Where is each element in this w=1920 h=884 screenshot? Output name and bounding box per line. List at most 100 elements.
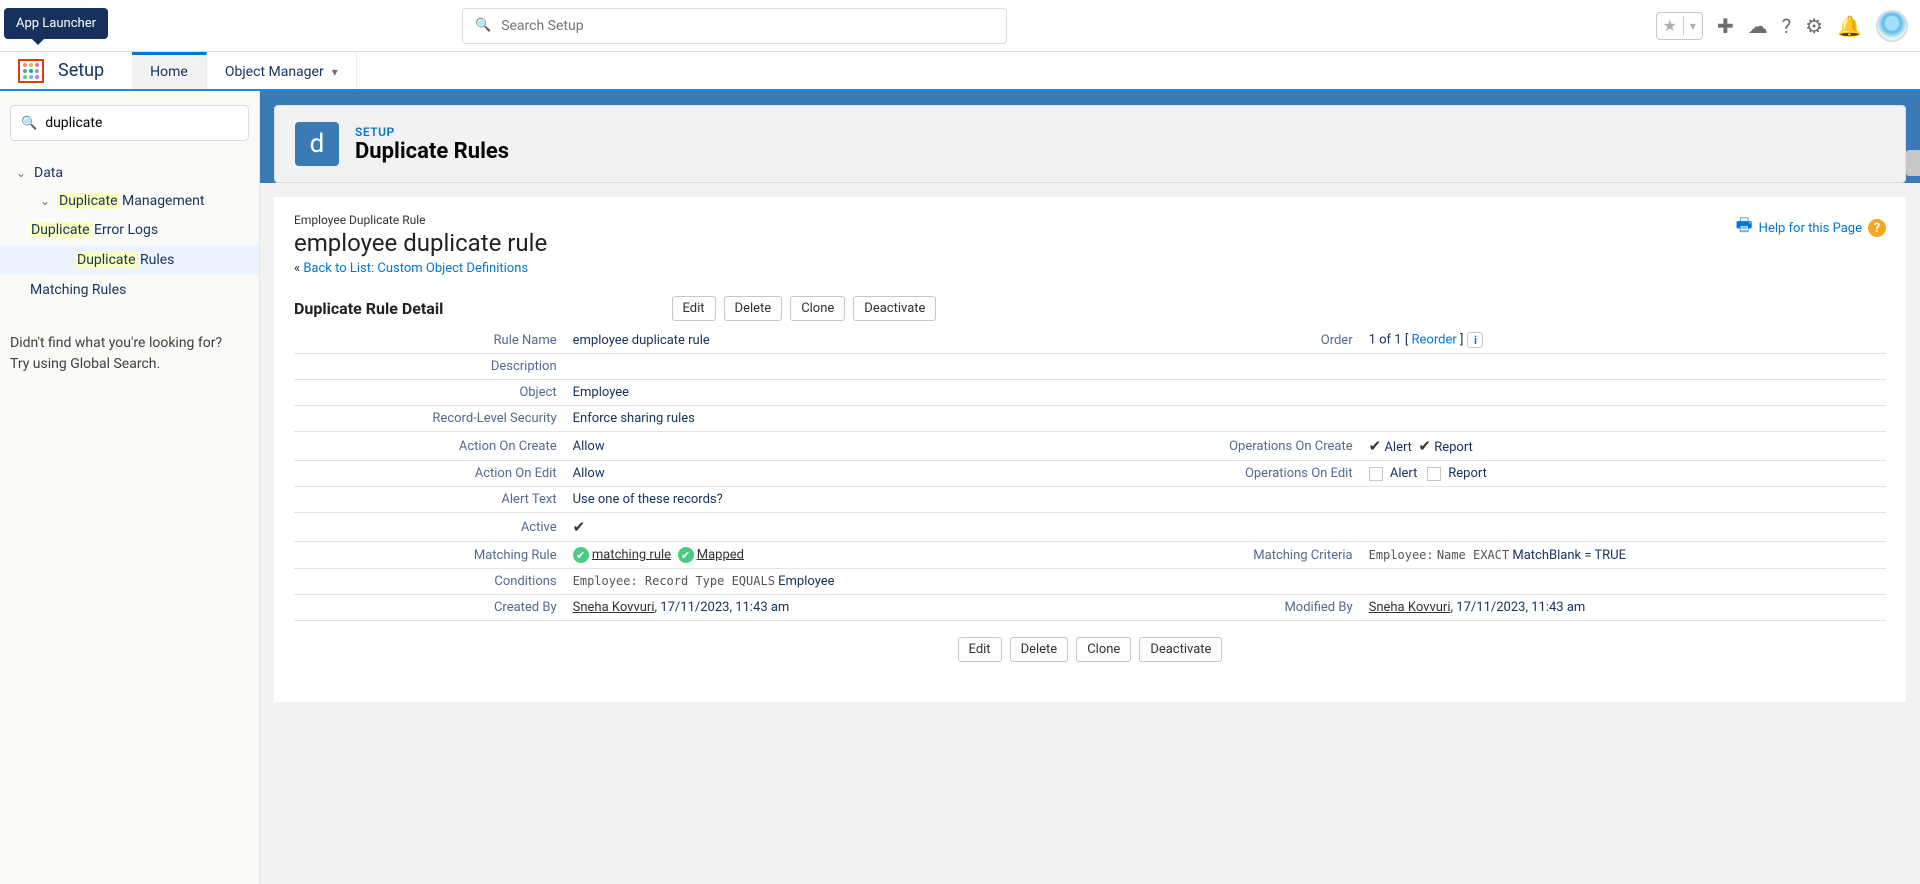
detail-table: Rule Name employee duplicate rule Order … bbox=[294, 327, 1886, 621]
quick-find-input[interactable] bbox=[45, 115, 238, 131]
field-value bbox=[565, 354, 1886, 380]
field-label: Order bbox=[1090, 327, 1361, 354]
record-type-label: Employee Duplicate Rule bbox=[294, 213, 547, 227]
field-value: Alert Report bbox=[1361, 461, 1886, 487]
clone-button[interactable]: Clone bbox=[790, 296, 845, 321]
field-value: Employee: Name EXACT MatchBlank = TRUE bbox=[1361, 542, 1886, 569]
field-value: Employee bbox=[565, 380, 1886, 406]
settings-icon[interactable]: ⚙ bbox=[1805, 14, 1823, 38]
tree-leaf-duplicate-error-logs[interactable]: Duplicate Error Logs bbox=[10, 215, 249, 245]
reorder-link[interactable]: Reorder bbox=[1412, 333, 1457, 348]
page-eyebrow: SETUP bbox=[355, 125, 509, 139]
field-value: Sneha Kovvuri, 17/11/2023, 11:43 am bbox=[565, 595, 1090, 621]
user-link[interactable]: Sneha Kovvuri bbox=[573, 600, 655, 615]
field-value: Employee: Record Type EQUALS Employee bbox=[565, 569, 1886, 595]
tab-home[interactable]: Home bbox=[132, 52, 207, 89]
status-ok-icon: ✔ bbox=[678, 547, 694, 563]
search-icon: 🔍 bbox=[475, 18, 491, 33]
field-label: Created By bbox=[294, 595, 565, 621]
global-search[interactable]: 🔍 bbox=[462, 8, 1007, 44]
delete-button[interactable]: Delete bbox=[1010, 637, 1069, 662]
favorites-toggle[interactable]: ★ ▾ bbox=[1656, 12, 1703, 40]
action-buttons-bottom: Edit Delete Clone Deactivate bbox=[294, 637, 1886, 662]
header-actions: ★ ▾ ✚ ☁ ? ⚙ 🔔 bbox=[1656, 10, 1908, 42]
tree-node-duplicate-management[interactable]: ⌄Duplicate Management bbox=[10, 187, 249, 215]
field-value: Allow bbox=[565, 461, 1090, 487]
field-label: Modified By bbox=[1090, 595, 1361, 621]
field-label: Object bbox=[294, 380, 565, 406]
field-label: Action On Create bbox=[294, 432, 565, 461]
tree-leaf-duplicate-rules[interactable]: Duplicate Rules bbox=[0, 245, 259, 275]
record-title: employee duplicate rule bbox=[294, 229, 547, 257]
app-name: Setup bbox=[58, 60, 104, 81]
field-value: ✔ matching rule ✔ Mapped bbox=[565, 542, 1090, 569]
help-icon[interactable]: ? bbox=[1782, 14, 1791, 38]
field-label: Rule Name bbox=[294, 327, 565, 354]
chevron-down-icon bbox=[332, 64, 338, 80]
add-icon[interactable]: ✚ bbox=[1717, 14, 1734, 38]
print-icon[interactable]: 🖶 bbox=[1736, 213, 1753, 243]
notifications-icon[interactable]: 🔔 bbox=[1837, 14, 1862, 38]
expand-handle-icon[interactable] bbox=[1906, 150, 1920, 176]
deactivate-button[interactable]: Deactivate bbox=[853, 296, 936, 321]
field-label: Matching Criteria bbox=[1090, 542, 1361, 569]
salesforce-help-icon[interactable]: ☁ bbox=[1748, 14, 1768, 38]
avatar[interactable] bbox=[1876, 10, 1908, 42]
global-search-input[interactable] bbox=[501, 18, 994, 34]
status-ok-icon: ✔ bbox=[573, 547, 589, 563]
tree-leaf-matching-rules[interactable]: Matching Rules bbox=[10, 275, 249, 305]
field-value: Allow bbox=[565, 432, 1090, 461]
deactivate-button[interactable]: Deactivate bbox=[1139, 637, 1222, 662]
clone-button[interactable]: Clone bbox=[1076, 637, 1131, 662]
field-value: Sneha Kovvuri, 17/11/2023, 11:43 am bbox=[1361, 595, 1886, 621]
no-results-hint: Didn't find what you're looking for? Try… bbox=[10, 333, 249, 375]
field-label: Alert Text bbox=[294, 487, 565, 513]
waffle-icon bbox=[23, 63, 39, 79]
field-value: ✔ Alert ✔ Report bbox=[1361, 432, 1886, 461]
main-content: d SETUP Duplicate Rules Employee Duplica… bbox=[260, 91, 1920, 884]
check-icon: ✔ bbox=[1369, 437, 1382, 455]
field-label: Record-Level Security bbox=[294, 406, 565, 432]
page-icon: d bbox=[295, 122, 339, 166]
field-value: employee duplicate rule bbox=[565, 327, 1090, 354]
back-link[interactable]: « Back to List: Custom Object Definition… bbox=[294, 261, 547, 276]
edit-button[interactable]: Edit bbox=[958, 637, 1002, 662]
chevron-down-icon: ⌄ bbox=[38, 194, 52, 208]
field-label: Description bbox=[294, 354, 565, 380]
field-value: Enforce sharing rules bbox=[565, 406, 1886, 432]
chevron-down-icon: ⌄ bbox=[14, 166, 28, 180]
field-label: Operations On Edit bbox=[1090, 461, 1361, 487]
field-label: Conditions bbox=[294, 569, 565, 595]
field-value: Use one of these records? bbox=[565, 487, 1886, 513]
info-icon[interactable]: i bbox=[1467, 332, 1483, 348]
section-title: Duplicate Rule Detail Edit Delete Clone … bbox=[294, 296, 1886, 321]
edit-button[interactable]: Edit bbox=[672, 296, 716, 321]
user-link[interactable]: Sneha Kovvuri bbox=[1369, 600, 1451, 615]
app-launcher-tooltip: App Launcher bbox=[4, 8, 108, 39]
check-icon: ✔ bbox=[573, 518, 586, 536]
checkbox-unchecked bbox=[1427, 467, 1441, 481]
quick-find[interactable]: 🔍 bbox=[10, 105, 249, 141]
mapped-link[interactable]: Mapped bbox=[697, 547, 744, 562]
page-title: Duplicate Rules bbox=[355, 139, 509, 164]
tree-node-data[interactable]: ⌄Data bbox=[10, 159, 249, 187]
help-link[interactable]: Help for this Page bbox=[1759, 221, 1862, 236]
setup-tree: ⌄Data ⌄Duplicate Management Duplicate Er… bbox=[10, 159, 249, 305]
check-icon: ✔ bbox=[1418, 437, 1431, 455]
setup-sidebar: 🔍 ⌄Data ⌄Duplicate Management Duplicate … bbox=[0, 91, 260, 884]
app-launcher-button[interactable] bbox=[18, 59, 44, 83]
page-banner: d SETUP Duplicate Rules bbox=[274, 105, 1906, 183]
tab-object-manager[interactable]: Object Manager bbox=[207, 52, 357, 89]
global-header: 🔍 ★ ▾ ✚ ☁ ? ⚙ 🔔 bbox=[0, 0, 1920, 52]
field-label: Operations On Create bbox=[1090, 432, 1361, 461]
matching-rule-link[interactable]: matching rule bbox=[592, 547, 671, 562]
action-buttons-top: Edit Delete Clone Deactivate bbox=[443, 296, 1164, 321]
field-value: ✔ bbox=[565, 513, 1886, 542]
detail-card: Employee Duplicate Rule employee duplica… bbox=[274, 197, 1906, 702]
chevron-down-icon[interactable]: ▾ bbox=[1684, 19, 1702, 33]
help-icon[interactable]: ? bbox=[1868, 219, 1886, 237]
delete-button[interactable]: Delete bbox=[724, 296, 783, 321]
checkbox-unchecked bbox=[1369, 467, 1383, 481]
field-label: Matching Rule bbox=[294, 542, 565, 569]
star-icon[interactable]: ★ bbox=[1657, 16, 1684, 35]
